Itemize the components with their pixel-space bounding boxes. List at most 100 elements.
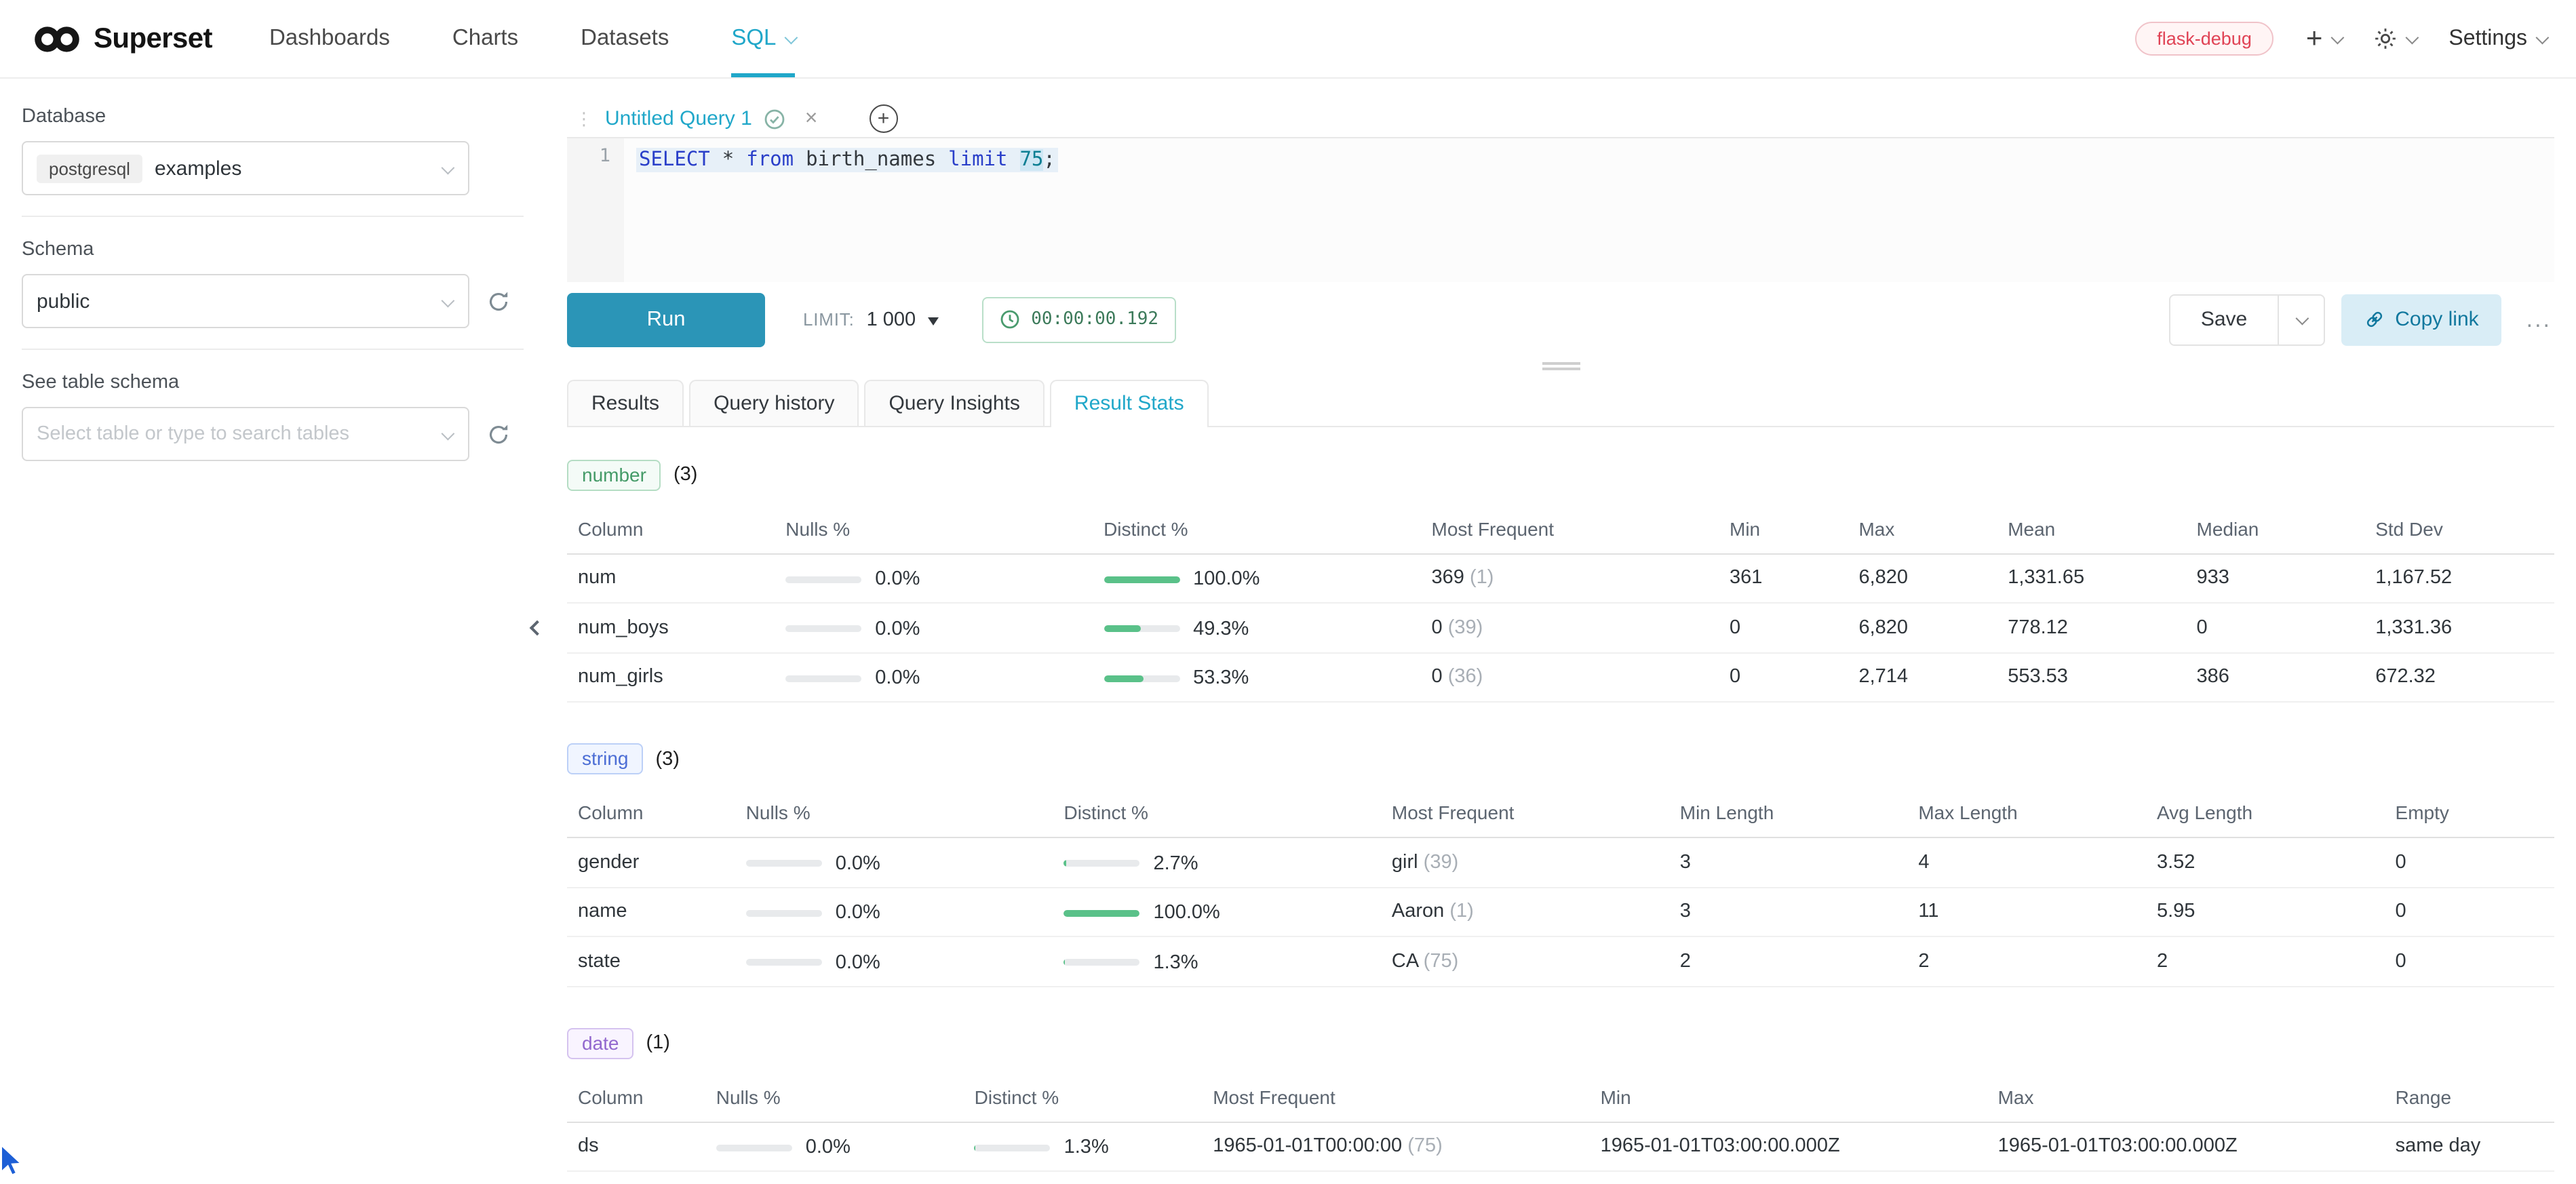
refresh-schemas-button[interactable] — [487, 290, 510, 313]
percentage-value: 0.0% — [836, 902, 880, 924]
sql-token: * — [722, 150, 734, 172]
database-type-tag: postgresql — [37, 154, 142, 182]
limit-dropdown[interactable]: LIMIT: 1 000 — [803, 309, 939, 330]
new-item-button[interactable]: + — [2306, 24, 2342, 53]
stat-cell: 3 — [1680, 837, 1919, 887]
run-query-button[interactable]: Run — [567, 292, 765, 347]
nav-datasets[interactable]: Datasets — [581, 0, 669, 77]
column-header: Max Length — [1918, 785, 2157, 837]
stat-cell: 0 — [1730, 603, 1858, 652]
frequency-count: (75) — [1407, 1136, 1443, 1158]
stats-table-number: ColumnNulls %Distinct %Most FrequentMinM… — [567, 501, 2554, 703]
schema-select[interactable]: public — [22, 274, 469, 328]
chevron-down-icon — [2406, 31, 2419, 45]
stat-cell: 0.0% — [785, 652, 1104, 702]
stat-cell: same day — [2396, 1122, 2554, 1171]
stat-cell: 2 — [2157, 936, 2396, 986]
progress-bar — [1063, 860, 1139, 867]
table-row: num_boys0.0%49.3%0 (39)06,820778.1201,33… — [567, 603, 2554, 652]
chevron-down-icon — [442, 161, 455, 175]
stat-cell: 11 — [1918, 887, 2157, 936]
nav-right-cluster: flask-debug + Settings — [2135, 0, 2546, 77]
chevron-left-icon — [530, 620, 545, 636]
stat-cell: 2.7% — [1063, 837, 1391, 887]
chevron-down-icon — [2536, 31, 2550, 45]
copy-link-button[interactable]: Copy link — [2341, 294, 2501, 345]
chevron-down-icon — [785, 31, 798, 45]
column-header: Min Length — [1680, 785, 1919, 837]
stat-cell: 1965-01-01T00:00:00 (75) — [1213, 1122, 1600, 1171]
nav-sql[interactable]: SQL — [731, 0, 795, 77]
frequency-count: (1) — [1449, 901, 1473, 923]
column-header: Distinct % — [1104, 501, 1431, 553]
stat-cell: 3.52 — [2157, 837, 2396, 887]
stats-table-date: ColumnNulls %Distinct %Most FrequentMinM… — [567, 1069, 2554, 1172]
database-select[interactable]: postgresql examples — [22, 141, 469, 195]
stat-cell: 0 (36) — [1432, 652, 1730, 702]
sql-code-line: SELECT*frombirth_nameslimit75; — [636, 144, 2554, 177]
stat-cell: 100.0% — [1104, 553, 1431, 603]
progress-bar — [785, 576, 861, 583]
more-actions-button[interactable]: ... — [2524, 300, 2554, 338]
collapse-sidebar-button[interactable] — [526, 608, 548, 648]
stat-cell: num_girls — [567, 652, 785, 702]
stat-cell: 1.3% — [975, 1122, 1213, 1171]
stat-cell: num_boys — [567, 603, 785, 652]
stat-cell: 1,331.65 — [2008, 553, 2196, 603]
tab-results[interactable]: Results — [567, 379, 684, 425]
stats-section-date: date(1)ColumnNulls %Distinct %Most Frequ… — [567, 1027, 2554, 1172]
schema-value: public — [37, 290, 90, 313]
pane-resize-handle[interactable] — [1542, 359, 1580, 372]
sql-keyword: SELECT — [639, 150, 710, 172]
close-tab-icon[interactable]: × — [805, 108, 818, 130]
tab-result-stats[interactable]: Result Stats — [1050, 379, 1209, 427]
stat-cell: 672.32 — [2375, 652, 2554, 702]
progress-bar — [785, 675, 861, 682]
column-header: Min — [1601, 1069, 1998, 1122]
nav-charts[interactable]: Charts — [452, 0, 518, 77]
nav-dashboards[interactable]: Dashboards — [269, 0, 390, 77]
progress-bar — [1063, 959, 1139, 966]
column-header: Column — [567, 785, 746, 837]
frequency-count: (39) — [1424, 852, 1459, 873]
progress-bar — [1104, 576, 1179, 583]
environment-tag: flask-debug — [2135, 22, 2273, 56]
save-button[interactable]: Save — [2170, 294, 2278, 345]
frequency-count: (75) — [1424, 951, 1459, 972]
percentage-value: 49.3% — [1193, 618, 1249, 639]
nav-sql-label: SQL — [731, 26, 776, 52]
stats-section-number: number(3)ColumnNulls %Distinct %Most Fre… — [567, 459, 2554, 703]
stat-cell: 0 — [2197, 603, 2376, 652]
stat-cell: 0 — [1730, 652, 1858, 702]
stat-cell: 6,820 — [1858, 603, 2008, 652]
sun-icon — [2374, 27, 2397, 50]
refresh-tables-button[interactable] — [487, 422, 510, 446]
superset-logo[interactable]: Superset — [33, 0, 212, 77]
stat-cell: CA (75) — [1392, 936, 1680, 986]
stat-cell: 0.0% — [716, 1122, 975, 1171]
column-header: Most Frequent — [1392, 785, 1680, 837]
stat-cell: 933 — [2197, 553, 2376, 603]
frequency-count: (39) — [1448, 617, 1483, 639]
stat-cell: 1.3% — [1063, 936, 1391, 986]
sql-statement: SELECT*frombirth_nameslimit75; — [636, 149, 1058, 173]
progress-bar — [785, 625, 861, 632]
table-row: num_girls0.0%53.3%0 (36)02,714553.533866… — [567, 652, 2554, 702]
editor-code-area[interactable]: SELECT*frombirth_nameslimit75; — [624, 139, 2554, 281]
table-row: num0.0%100.0%369 (1)3616,8201,331.659331… — [567, 553, 2554, 603]
sql-editor[interactable]: 1 SELECT*frombirth_nameslimit75; — [567, 139, 2554, 281]
settings-menu[interactable]: Settings — [2448, 26, 2546, 51]
save-dropdown-button[interactable] — [2278, 294, 2324, 345]
table-select[interactable]: Select table or type to search tables — [22, 407, 469, 461]
query-tab-bar: ⋮ Untitled Query 1 × + — [567, 100, 2554, 139]
add-tab-button[interactable]: + — [869, 104, 897, 133]
stat-cell: 49.3% — [1104, 603, 1431, 652]
column-header: Nulls % — [746, 785, 1064, 837]
tab-query-insights[interactable]: Query Insights — [864, 379, 1044, 425]
progress-bar — [975, 1144, 1051, 1151]
chevron-down-icon — [442, 294, 455, 308]
query-tab[interactable]: ⋮ Untitled Query 1 × — [567, 100, 831, 138]
tab-query-history[interactable]: Query history — [689, 379, 859, 425]
theme-toggle-button[interactable] — [2374, 27, 2416, 50]
stat-cell: 386 — [2197, 652, 2376, 702]
